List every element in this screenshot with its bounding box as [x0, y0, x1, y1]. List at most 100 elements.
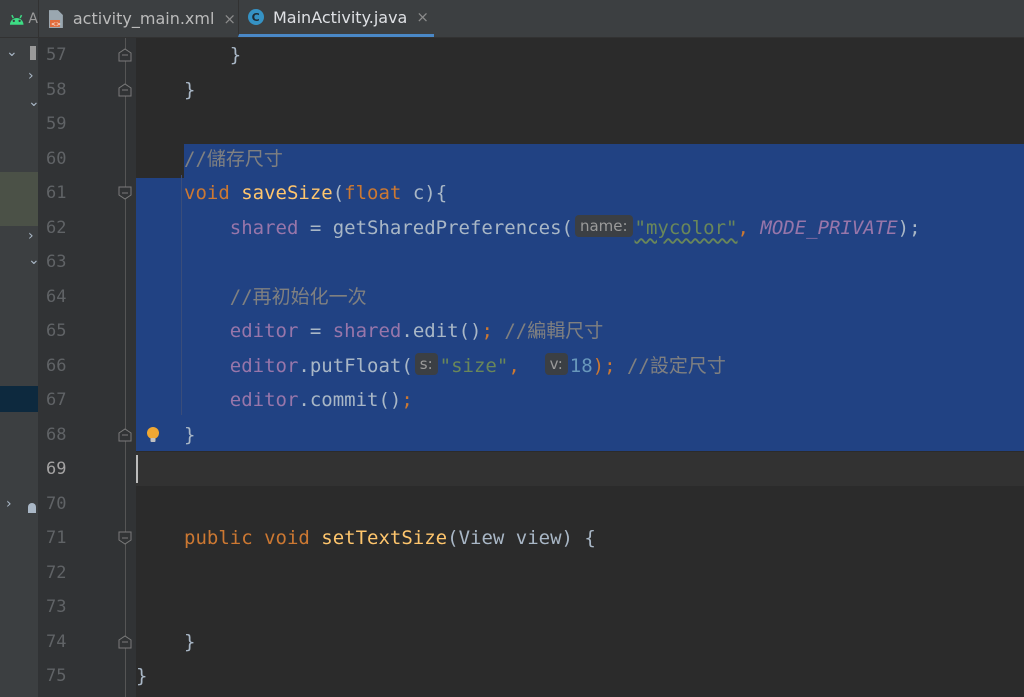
- code-line: shared = getSharedPreferences(name: "myco…: [184, 211, 921, 245]
- code-token: "size": [439, 354, 509, 377]
- line-number: 62: [46, 217, 67, 238]
- line-number: 70: [46, 493, 67, 514]
- code-token: }: [184, 78, 196, 101]
- code-token: .edit(): [401, 320, 482, 342]
- line-number: 74: [46, 631, 67, 652]
- fold-end-icon[interactable]: [118, 427, 132, 442]
- code-token: editor: [229, 389, 299, 411]
- android-icon: [28, 503, 36, 513]
- fold-line: [125, 38, 126, 697]
- code-token: shared: [229, 216, 299, 239]
- code-token: void: [184, 182, 242, 204]
- tab-partial-label: A: [28, 10, 38, 27]
- line-number: 58: [46, 79, 67, 100]
- code-line: }: [184, 38, 241, 72]
- chevron-right-icon[interactable]: ›: [28, 68, 34, 84]
- code-token: c){: [412, 182, 448, 204]
- selection-highlight: [184, 143, 1024, 178]
- line-number: 72: [46, 562, 67, 583]
- line-number: 59: [46, 114, 67, 134]
- tab-main-activity-java[interactable]: C MainActivity.java ×: [238, 0, 434, 37]
- android-icon: [9, 14, 24, 25]
- code-token: );: [592, 354, 627, 377]
- code-line: editor = shared.edit(); //編輯尺寸: [184, 314, 603, 348]
- line-number: 68: [46, 424, 67, 445]
- line-number: 71: [46, 528, 67, 548]
- tree-row-selected[interactable]: [0, 386, 38, 412]
- line-number: 69: [46, 459, 67, 479]
- chevron-down-icon[interactable]: ⌄: [6, 44, 18, 60]
- code-token: //設定尺寸: [626, 354, 726, 377]
- fold-end-icon[interactable]: [118, 634, 132, 649]
- code-token: }: [136, 665, 148, 687]
- close-icon[interactable]: ×: [223, 10, 236, 28]
- code-token: (View view) {: [447, 527, 596, 549]
- code-token: .commit(): [298, 389, 402, 411]
- line-number: 66: [46, 355, 67, 376]
- code-token: ;: [401, 389, 413, 411]
- line-number: 67: [46, 390, 67, 410]
- editor-tab-bar: A <> activity_main.xml × C MainActivity.…: [0, 0, 1024, 38]
- tree-row-highlight[interactable]: [0, 172, 38, 226]
- tab-label: activity_main.xml: [72, 9, 215, 28]
- code-line: editor.commit();: [184, 383, 413, 417]
- svg-text:<>: <>: [51, 20, 61, 27]
- code-token: 18: [569, 354, 593, 377]
- chevron-right-icon[interactable]: ›: [28, 228, 34, 244]
- code-token: //編輯尺寸: [504, 320, 604, 342]
- caret-line-highlight: [136, 452, 1024, 486]
- code-token: public void: [184, 527, 322, 549]
- code-line: void saveSize(float c){: [184, 176, 447, 210]
- code-token: ,: [508, 354, 543, 377]
- tab-android-partial[interactable]: A: [0, 0, 38, 37]
- line-number: 65: [46, 321, 67, 341]
- fold-start-icon[interactable]: [118, 531, 132, 545]
- code-token: float: [344, 182, 413, 204]
- chevron-right-icon[interactable]: ›: [6, 496, 12, 512]
- code-line: }: [184, 418, 195, 452]
- svg-text:C: C: [252, 11, 260, 24]
- parameter-hint: name:: [574, 215, 633, 237]
- tab-label: MainActivity.java: [273, 7, 408, 27]
- text-caret: [136, 455, 138, 483]
- line-number: 64: [46, 286, 67, 307]
- code-token: = getSharedPreferences(: [298, 216, 573, 239]
- code-token: ,: [737, 216, 761, 239]
- code-token: //再初始化一次: [229, 285, 367, 308]
- fold-end-icon[interactable]: [118, 48, 132, 62]
- code-token: //儲存尺寸: [184, 147, 283, 170]
- fold-end-icon[interactable]: [118, 82, 132, 97]
- code-token: setTextSize: [321, 527, 448, 549]
- line-number: 75: [46, 666, 67, 686]
- line-number: 57: [46, 45, 67, 65]
- code-token: (: [332, 182, 345, 204]
- fold-start-icon[interactable]: [118, 186, 132, 200]
- code-token: }: [184, 630, 196, 653]
- java-class-icon: C: [248, 9, 264, 25]
- code-token: ;: [481, 320, 505, 342]
- xml-file-icon: <>: [48, 9, 63, 27]
- code-token: "mycolor": [634, 216, 738, 239]
- code-line: }: [136, 659, 147, 693]
- indent-guide: [181, 175, 182, 415]
- code-line: editor.putFloat(s: "size", v: 18); //設定尺寸: [184, 349, 726, 383]
- code-token: =: [298, 320, 333, 342]
- lightbulb-icon[interactable]: [146, 426, 160, 444]
- code-token: MODE_PRIVATE: [760, 216, 898, 239]
- close-icon[interactable]: ×: [416, 8, 429, 26]
- code-line: }: [184, 73, 195, 107]
- line-number: 63: [46, 252, 67, 272]
- parameter-hint: s:: [414, 353, 438, 375]
- code-token: editor: [229, 320, 299, 342]
- code-line: }: [184, 625, 195, 659]
- code-line: //儲存尺寸: [184, 142, 283, 176]
- code-token: saveSize: [241, 182, 333, 204]
- code-token: );: [897, 216, 921, 239]
- tab-activity-main-xml[interactable]: <> activity_main.xml ×: [38, 0, 236, 37]
- line-number: 60: [46, 148, 67, 169]
